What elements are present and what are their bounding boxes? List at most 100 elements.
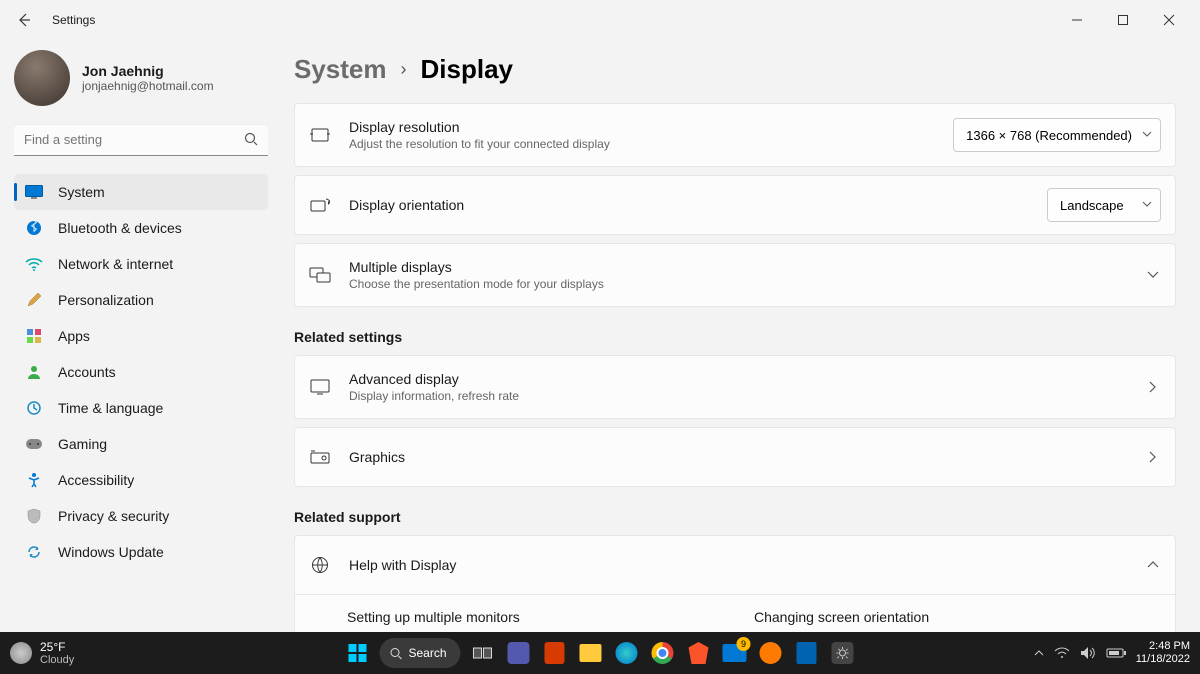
chrome-button[interactable]: [649, 639, 677, 667]
nav-update[interactable]: Windows Update: [14, 534, 268, 570]
explorer-button[interactable]: [577, 639, 605, 667]
chevron-right-icon: [1145, 379, 1161, 395]
clock[interactable]: 2:48 PM 11/18/2022: [1136, 640, 1190, 666]
nav-bluetooth[interactable]: Bluetooth & devices: [14, 210, 268, 246]
nav-accounts[interactable]: Accounts: [14, 354, 268, 390]
avatar: [14, 50, 70, 106]
teams-button[interactable]: [505, 639, 533, 667]
content: System › Display Display resolution Adju…: [280, 40, 1200, 632]
breadcrumb-current: Display: [421, 54, 514, 85]
gamepad-icon: [24, 434, 44, 454]
chevron-up-icon: [1145, 557, 1161, 573]
help-link[interactable]: Changing screen orientation: [754, 609, 1161, 625]
card-title: Help with Display: [349, 557, 1145, 573]
monitor-icon: [309, 376, 331, 398]
nav-label: Accessibility: [58, 472, 134, 488]
search-icon: [244, 132, 258, 146]
app-button-1[interactable]: [757, 639, 785, 667]
tray-chevron-icon[interactable]: [1034, 649, 1044, 657]
card-title: Advanced display: [349, 371, 1145, 387]
section-related-support: Related support: [294, 509, 1176, 525]
card-multiple-displays[interactable]: Multiple displays Choose the presentatio…: [294, 243, 1176, 307]
mail-button[interactable]: 9: [721, 639, 749, 667]
dropdown-value: Landscape: [1060, 198, 1124, 213]
nav-personalization[interactable]: Personalization: [14, 282, 268, 318]
settings-button[interactable]: [829, 639, 857, 667]
card-display-orientation[interactable]: Display orientation Landscape: [294, 175, 1176, 235]
search-input[interactable]: [14, 124, 268, 156]
chrome-icon: [652, 642, 674, 664]
tray-volume-icon[interactable]: [1080, 646, 1096, 660]
chevron-down-icon: [1145, 267, 1161, 283]
titlebar: Settings: [0, 0, 1200, 40]
edge-button[interactable]: [613, 639, 641, 667]
maximize-button[interactable]: [1100, 4, 1146, 36]
card-graphics[interactable]: Graphics: [294, 427, 1176, 487]
maximize-icon: [1117, 14, 1129, 26]
office-button[interactable]: [541, 639, 569, 667]
help-globe-icon: [309, 554, 331, 576]
back-button[interactable]: [8, 4, 40, 36]
tray-battery-icon[interactable]: [1106, 647, 1126, 659]
edge-icon: [616, 642, 638, 664]
close-icon: [1163, 14, 1175, 26]
nav-label: Windows Update: [58, 544, 164, 560]
shield-icon: [24, 506, 44, 526]
tray-wifi-icon[interactable]: [1054, 647, 1070, 659]
minimize-icon: [1071, 14, 1083, 26]
taskbar-center: Search 9: [343, 638, 856, 668]
card-display-resolution[interactable]: Display resolution Adjust the resolution…: [294, 103, 1176, 167]
card-help-display[interactable]: Help with Display: [294, 535, 1176, 595]
weather-widget[interactable]: 25°F Cloudy: [10, 640, 74, 666]
orientation-icon: [309, 194, 331, 216]
card-advanced-display[interactable]: Advanced display Display information, re…: [294, 355, 1176, 419]
nav-network[interactable]: Network & internet: [14, 246, 268, 282]
close-button[interactable]: [1146, 4, 1192, 36]
nav-apps[interactable]: Apps: [14, 318, 268, 354]
user-email: jonjaehnig@hotmail.com: [82, 79, 214, 93]
accessibility-icon: [24, 470, 44, 490]
nav-gaming[interactable]: Gaming: [14, 426, 268, 462]
breadcrumb: System › Display: [294, 54, 1176, 85]
nav-label: Time & language: [58, 400, 163, 416]
globe-clock-icon: [24, 398, 44, 418]
resolution-dropdown[interactable]: 1366 × 768 (Recommended): [953, 118, 1161, 152]
weather-icon: [10, 642, 32, 664]
folder-icon: [580, 644, 602, 662]
taskbar-search[interactable]: Search: [379, 638, 460, 668]
task-view-button[interactable]: [469, 639, 497, 667]
wifi-icon: [24, 254, 44, 274]
graphics-icon: [309, 446, 331, 468]
breadcrumb-chevron-icon: ›: [401, 59, 407, 80]
nav-label: System: [58, 184, 105, 200]
gear-icon: [832, 642, 854, 664]
help-link[interactable]: Setting up multiple monitors: [347, 609, 754, 625]
card-subtitle: Adjust the resolution to fit your connec…: [349, 137, 953, 151]
help-links: Setting up multiple monitors Changing sc…: [294, 595, 1176, 632]
breadcrumb-parent[interactable]: System: [294, 54, 387, 85]
teams-icon: [508, 642, 530, 664]
nav-label: Gaming: [58, 436, 107, 452]
user-block[interactable]: Jon Jaehnig jonjaehnig@hotmail.com: [14, 50, 268, 106]
start-button[interactable]: [343, 639, 371, 667]
date: 11/18/2022: [1136, 653, 1190, 666]
nav-privacy[interactable]: Privacy & security: [14, 498, 268, 534]
nav-system[interactable]: System: [14, 174, 268, 210]
brave-icon: [689, 642, 709, 664]
nav-list: System Bluetooth & devices Network & int…: [14, 174, 268, 570]
chevron-right-icon: [1145, 449, 1161, 465]
orientation-dropdown[interactable]: Landscape: [1047, 188, 1161, 222]
brave-button[interactable]: [685, 639, 713, 667]
nav-time[interactable]: Time & language: [14, 390, 268, 426]
nav-label: Privacy & security: [58, 508, 169, 524]
bluetooth-icon: [24, 218, 44, 238]
section-related-settings: Related settings: [294, 329, 1176, 345]
nav-label: Bluetooth & devices: [58, 220, 182, 236]
nav-accessibility[interactable]: Accessibility: [14, 462, 268, 498]
time: 2:48 PM: [1136, 640, 1190, 653]
search-box[interactable]: [14, 124, 268, 156]
minimize-button[interactable]: [1054, 4, 1100, 36]
update-icon: [24, 542, 44, 562]
office-icon: [545, 642, 565, 664]
calculator-button[interactable]: [793, 639, 821, 667]
